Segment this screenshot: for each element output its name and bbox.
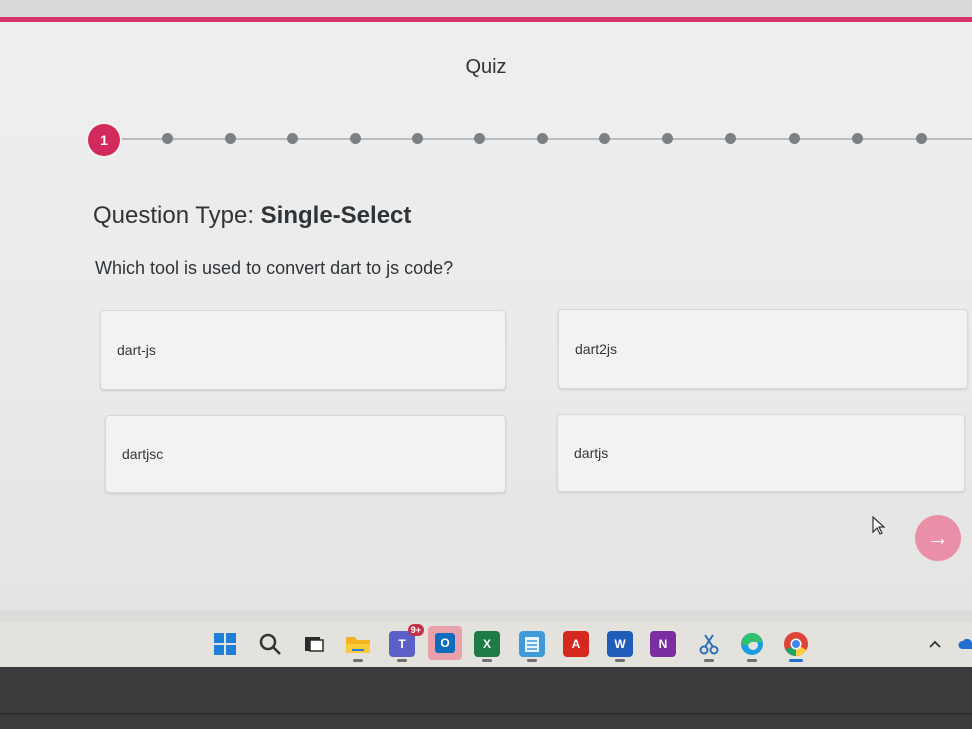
step-dot[interactable] — [412, 133, 423, 144]
taskbar-active-indicator — [482, 659, 492, 662]
mouse-cursor-icon — [871, 515, 887, 541]
step-dot[interactable] — [537, 133, 548, 144]
answer-option-dartjs[interactable]: dartjs — [557, 414, 965, 492]
step-dot[interactable] — [599, 133, 610, 144]
taskbar-active-indicator — [397, 659, 407, 662]
question-type-value: Single-Select — [260, 202, 412, 229]
step-dot[interactable] — [225, 133, 236, 144]
screen-separator — [0, 610, 972, 622]
question-text: Which tool is used to convert dart to js… — [95, 258, 454, 278]
step-dot[interactable] — [350, 133, 361, 144]
teams-icon[interactable]: T 9+ — [389, 624, 424, 662]
excel-icon[interactable]: X — [474, 631, 500, 662]
word-letter: W — [614, 637, 626, 651]
next-button[interactable]: → — [915, 515, 961, 561]
page-title: Quiz — [465, 56, 507, 78]
onedrive-icon[interactable] — [954, 631, 972, 657]
step-dot[interactable] — [725, 133, 736, 144]
taskbar-active-indicator — [615, 659, 625, 662]
bezel-edge — [0, 713, 972, 715]
step-dot[interactable] — [789, 133, 800, 144]
step-dot[interactable] — [474, 133, 485, 144]
file-explorer-icon[interactable] — [345, 631, 371, 662]
outlook-letter: O — [435, 633, 455, 653]
edge-icon[interactable] — [739, 631, 765, 662]
snipping-tool-icon[interactable] — [696, 631, 722, 662]
excel-letter: X — [482, 637, 491, 651]
step-dot[interactable] — [662, 133, 673, 144]
step-dot[interactable] — [162, 133, 173, 144]
taskbar: T 9+ O X A W N — [0, 622, 972, 667]
onenote-letter: N — [658, 637, 668, 651]
taskbar-active-indicator — [527, 659, 537, 662]
answer-option-dart-js[interactable]: dart-js — [100, 310, 506, 390]
windows-start-icon[interactable] — [212, 631, 238, 657]
step-dot[interactable] — [287, 133, 298, 144]
teams-letter: T — [398, 637, 406, 651]
notification-badge: 9+ — [407, 624, 424, 636]
browser-top-strip — [0, 0, 972, 17]
step-dot[interactable] — [916, 133, 927, 144]
step-dot[interactable] — [852, 133, 863, 144]
chevron-up-icon[interactable] — [922, 631, 948, 657]
answer-option-dartjsc[interactable]: dartjsc — [105, 415, 506, 493]
acrobat-icon[interactable]: A — [563, 631, 589, 657]
acrobat-letter: A — [571, 637, 581, 651]
taskbar-active-indicator — [353, 659, 363, 662]
notepad-icon[interactable] — [519, 631, 545, 662]
outlook-icon[interactable]: O — [428, 626, 462, 660]
onenote-icon[interactable]: N — [650, 631, 676, 657]
chrome-icon[interactable] — [783, 631, 809, 662]
step-current[interactable]: 1 — [88, 124, 120, 156]
taskbar-active-indicator — [747, 659, 757, 662]
laptop-bezel — [0, 667, 972, 729]
taskbar-active-indicator — [704, 659, 714, 662]
arrow-right-icon: → — [927, 525, 949, 550]
answer-option-dart2js[interactable]: dart2js — [558, 309, 968, 389]
search-icon[interactable] — [257, 631, 283, 657]
question-type-label: Question Type: — [93, 202, 254, 229]
quiz-page: Quiz 1 Question Type: Single-Select Whic… — [0, 22, 972, 610]
task-view-icon[interactable] — [301, 631, 327, 657]
word-icon[interactable]: W — [607, 631, 633, 662]
question-type: Question Type: Single-Select — [93, 202, 411, 230]
taskbar-active-indicator — [789, 659, 803, 662]
